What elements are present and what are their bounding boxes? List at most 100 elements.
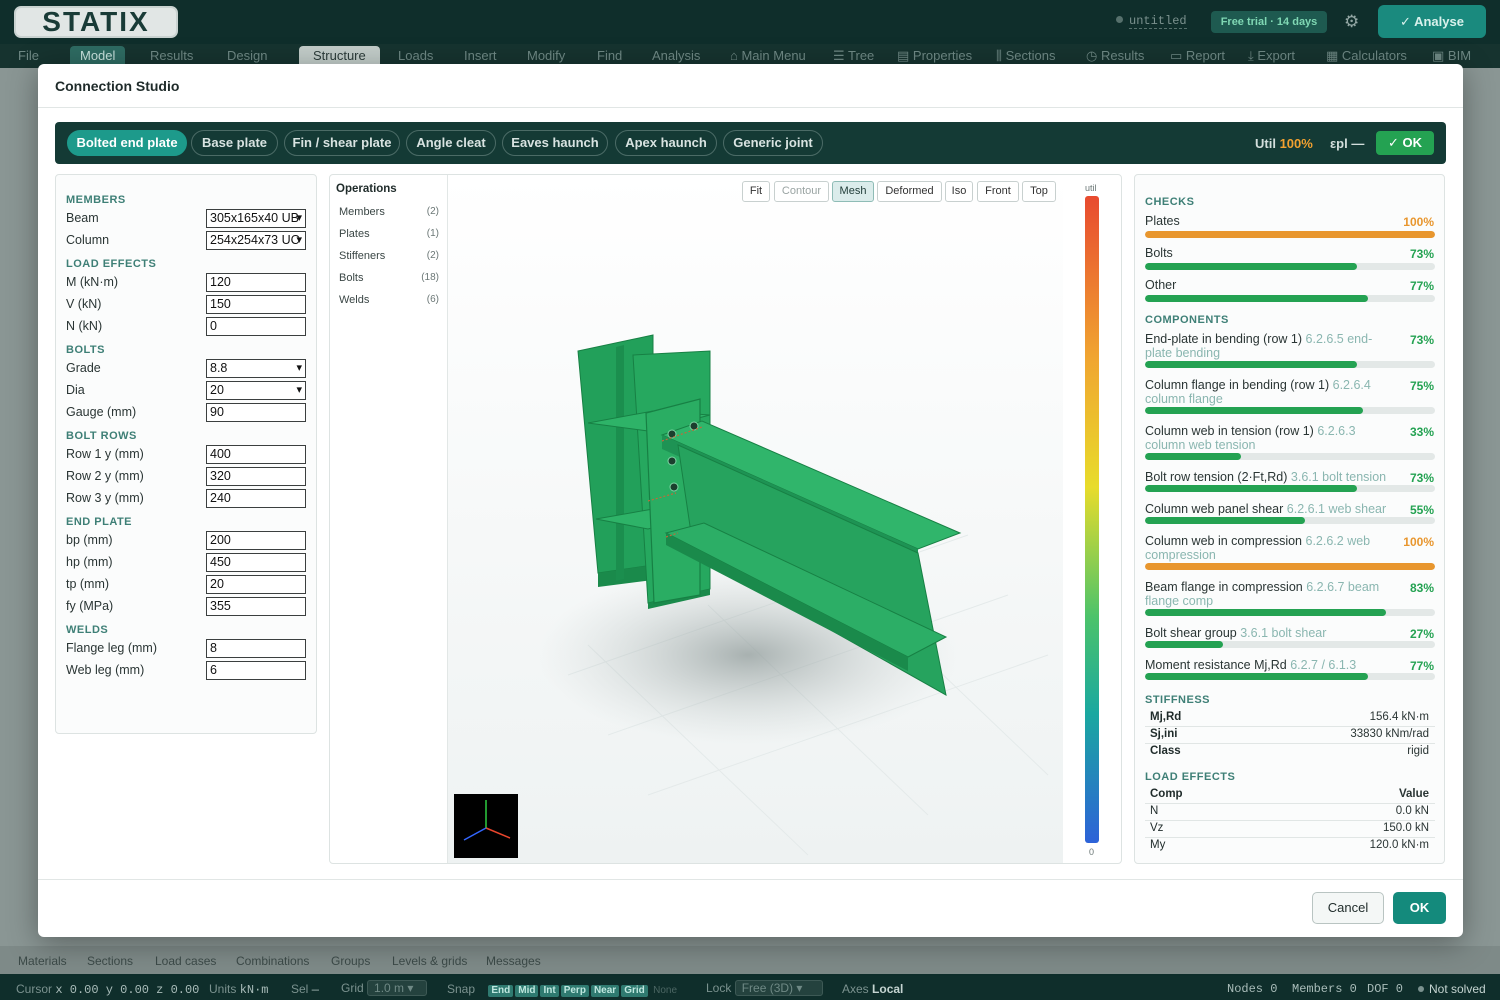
view-fit-button[interactable]: Fit [742,181,770,202]
view-top-button[interactable]: Top [1022,181,1056,202]
bp-label: bp (mm) [66,533,113,547]
3d-canvas[interactable]: Fit Contour Mesh Deformed Iso Front Top [448,175,1063,863]
check-percent: 83% [1409,581,1434,595]
column-select[interactable]: 254x254x73 UC [206,231,306,250]
snap-near[interactable]: Near [590,985,620,997]
bottom-tab-groups[interactable]: Groups [331,954,370,968]
gauge-input[interactable]: 90 [206,403,306,422]
tool-results[interactable]: ◷ Results [1086,48,1144,64]
bp-input[interactable]: 200 [206,531,306,550]
flange-leg-input[interactable]: 8 [206,639,306,658]
model-viewer: Operations Members (2) Plates (1) Stiffene… [329,174,1122,864]
type-fin-shear-plate[interactable]: Fin / shear plate [284,130,400,156]
axial-input[interactable]: 0 [206,317,306,336]
op-members[interactable]: Members (2) [339,206,439,218]
snap-none[interactable]: None [653,985,677,996]
utilization-bar [1145,673,1435,680]
op-plates[interactable]: Plates (1) [339,228,439,240]
axes-readout[interactable]: Axes Local [842,982,903,996]
snap-end[interactable]: End [488,985,514,997]
type-eaves-haunch[interactable]: Eaves haunch [502,130,608,156]
bottom-tab-materials[interactable]: Materials [18,954,67,968]
file-menu[interactable]: File [18,48,39,63]
view-deformed-button[interactable]: Deformed [877,181,942,202]
members-count: Members 0 [1292,982,1357,996]
connection-studio-dialog: Connection Studio Bolted end plate Base … [38,64,1463,937]
bottom-tab-messages[interactable]: Messages [486,954,541,968]
snap-mid[interactable]: Mid [515,985,539,997]
section-end-plate: END PLATE [66,516,133,528]
tool-properties[interactable]: ▤ Properties [897,48,972,64]
view-iso-button[interactable]: Iso [945,181,973,202]
fy-input[interactable]: 355 [206,597,306,616]
snap-perp[interactable]: Perp [560,985,589,997]
grid-select[interactable]: Grid 1.0 m ▾ [341,980,428,996]
row3-input[interactable]: 240 [206,489,306,508]
hp-label: hp (mm) [66,555,113,569]
op-bolts[interactable]: Bolts (18) [339,272,439,284]
tool-tree[interactable]: ☰ Tree [833,48,874,64]
check-percent: 55% [1409,503,1434,517]
mode-model[interactable]: Model [70,46,126,65]
bottom-tab-levels-grids[interactable]: Levels & grids [392,954,467,968]
bolt-grade-select[interactable]: 8.8 [206,359,306,378]
view-front-button[interactable]: Front [977,181,1019,202]
tool-main-menu[interactable]: ⌂ Main Menu [730,48,806,63]
beam-select[interactable]: 305x165x40 UB [206,209,306,228]
bottom-tab-sections[interactable]: Sections [87,954,133,968]
tab-analysis[interactable]: Analysis [652,48,700,63]
tool-bim[interactable]: ▣ BIM [1432,48,1471,64]
web-leg-input[interactable]: 6 [206,661,306,680]
mode-design[interactable]: Design [227,48,267,63]
view-mesh-button[interactable]: Mesh [832,181,874,202]
view-contour-button[interactable]: Contour [774,181,829,202]
row1-input[interactable]: 400 [206,445,306,464]
project-name[interactable]: untitled [1116,14,1187,29]
tool-export[interactable]: ⤓ Export [1248,48,1295,64]
cancel-button[interactable]: Cancel [1312,892,1384,924]
section-bolt-rows: BOLT ROWS [66,430,137,442]
bottom-tab-combinations[interactable]: Combinations [236,954,309,968]
shear-input[interactable]: 150 [206,295,306,314]
snap-int[interactable]: Int [540,985,559,997]
tp-label: tp (mm) [66,577,110,591]
snap-grid[interactable]: Grid [621,985,648,997]
type-angle-cleat[interactable]: Angle cleat [406,130,496,156]
utilization-bar-fill [1145,361,1357,368]
analyse-button[interactable]: ✓ Analyse [1378,5,1486,38]
section-components: COMPONENTS [1145,314,1229,326]
tab-modify[interactable]: Modify [527,48,565,63]
row2-input[interactable]: 320 [206,467,306,486]
tool-sections[interactable]: ⫼ Sections [996,48,1055,64]
check-name: Moment resistance Mj,Rd 6.2.7 / 6.1.3 [1145,658,1357,672]
divider [38,879,1463,880]
moment-input[interactable]: 120 [206,273,306,292]
row3-label: Row 3 y (mm) [66,491,144,505]
gear-icon[interactable]: ⚙ [1344,12,1359,32]
type-apex-haunch[interactable]: Apex haunch [615,130,717,156]
trial-badge[interactable]: Free trial · 14 days [1211,11,1327,33]
tab-structure[interactable]: Structure [299,46,380,65]
bottom-tab-load-cases[interactable]: Load cases [155,954,216,968]
check-percent: 73% [1409,471,1434,485]
tp-input[interactable]: 20 [206,575,306,594]
check-percent: 73% [1409,247,1434,261]
op-welds[interactable]: Welds (6) [339,294,439,306]
bolt-dia-select[interactable]: 20 [206,381,306,400]
tool-report[interactable]: ▭ Report [1170,48,1225,64]
section-welds: WELDS [66,624,109,636]
hp-input[interactable]: 450 [206,553,306,572]
op-stiffeners[interactable]: Stiffeners (2) [339,250,439,262]
tab-insert[interactable]: Insert [464,48,497,63]
ok-button[interactable]: OK [1393,892,1446,924]
mode-results[interactable]: Results [150,48,193,63]
type-generic-joint[interactable]: Generic joint [723,130,823,156]
type-base-plate[interactable]: Base plate [191,130,278,156]
tab-find[interactable]: Find [597,48,622,63]
operations-list: Operations Members (2) Plates (1) Stiffene… [330,175,448,863]
tool-calculators[interactable]: ▦ Calculators [1326,48,1407,64]
connection-3d-model[interactable] [448,175,1063,864]
type-bolted-end-plate[interactable]: Bolted end plate [67,130,187,156]
lock-select[interactable]: Lock Free (3D) ▾ [706,980,823,996]
tab-loads[interactable]: Loads [398,48,433,63]
